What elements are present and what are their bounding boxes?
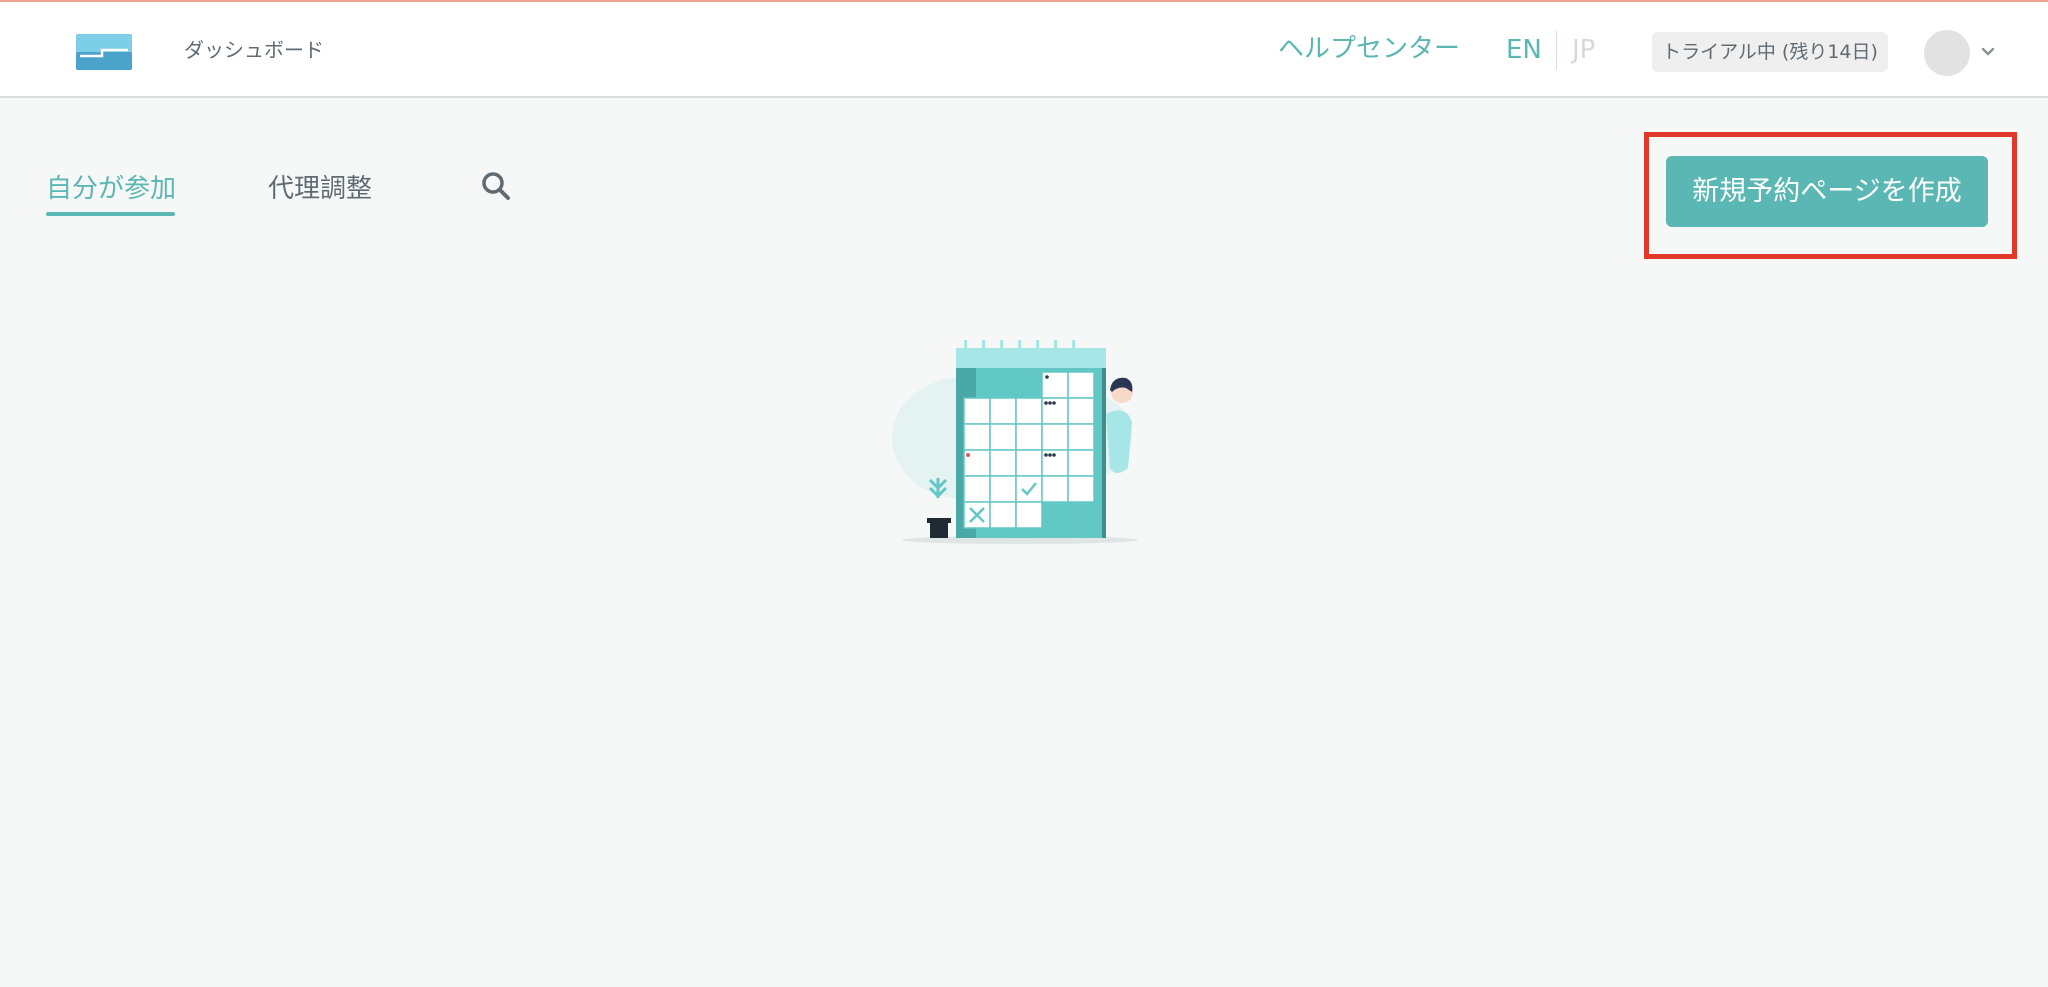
create-booking-page-button[interactable]: 新規予約ページを作成 — [1666, 156, 1988, 227]
language-separator — [1556, 30, 1557, 70]
help-center-link[interactable]: ヘルプセンター — [1278, 30, 1460, 68]
empty-state-calendar-illustration — [892, 340, 1138, 544]
app-logo-icon[interactable] — [76, 34, 132, 70]
language-en-link[interactable]: EN — [1506, 32, 1542, 68]
tab-proxy-scheduling[interactable]: 代理調整 — [268, 170, 372, 208]
avatar[interactable] — [1924, 30, 1970, 76]
trial-status-badge: トライアル中 (残り14日) — [1652, 32, 1888, 72]
top-header: ダッシュボード ヘルプセンター EN JP トライアル中 (残り14日) — [0, 2, 2048, 98]
search-icon[interactable] — [480, 170, 512, 202]
active-tab-indicator — [46, 212, 175, 216]
chevron-down-icon[interactable] — [1978, 42, 1998, 62]
page-title: ダッシュボード — [184, 38, 324, 62]
language-jp-link[interactable]: JP — [1572, 32, 1595, 68]
tab-participating[interactable]: 自分が参加 — [46, 170, 176, 208]
